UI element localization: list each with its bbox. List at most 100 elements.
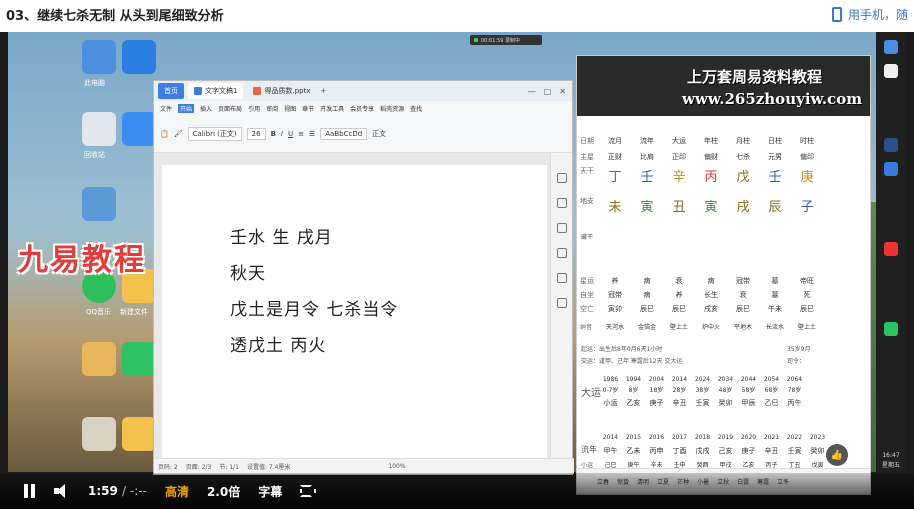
tab-ppt[interactable]: 得品质数.pptx <box>247 83 316 99</box>
liunian-cell[interactable]: 己亥 <box>714 446 737 456</box>
col-header: 流月 <box>608 137 622 145</box>
cell: 养 <box>675 291 683 299</box>
age: 38岁 <box>695 387 710 394</box>
dayun-cell[interactable]: 乙亥 <box>622 398 645 408</box>
wps-icon[interactable] <box>884 242 898 256</box>
subtitle-button[interactable]: 字幕 <box>258 483 282 500</box>
row-label: 星运 <box>580 277 594 285</box>
pause-icon[interactable] <box>24 484 36 498</box>
dayun-label: 大运 <box>581 388 601 399</box>
new-tab-button[interactable]: + <box>320 87 326 95</box>
dayun-cell[interactable]: 丙午 <box>783 398 806 408</box>
cell: 病 <box>643 291 651 299</box>
menu-item[interactable]: 文件 <box>160 104 172 113</box>
cell: 正印 <box>672 153 686 161</box>
dayun-cell[interactable]: 甲辰 <box>737 398 760 408</box>
dayun-cell[interactable]: 癸卯 <box>714 398 737 408</box>
style-preview[interactable]: AaBbCcDd <box>320 127 368 140</box>
italic-button[interactable]: I <box>281 130 283 138</box>
browser-icon[interactable] <box>884 162 898 176</box>
menu-item[interactable]: 会员专享 <box>350 104 374 113</box>
menu-item[interactable]: 页面布局 <box>218 104 242 113</box>
menu-item[interactable]: 审阅 <box>266 104 278 113</box>
playback-time: 1:59 / -:-- <box>88 484 147 498</box>
menu-item[interactable]: 引用 <box>248 104 260 113</box>
bazi-kongwang-row: 空亡 寅卯 辰巳 辰巳 戌亥 辰巳 午未 辰巳 <box>577 304 870 314</box>
zoom-level[interactable]: 100% <box>388 463 405 470</box>
liunian-cell[interactable]: 辛丑 <box>760 446 783 456</box>
doc-line[interactable]: 透戊土 丙火 <box>230 331 326 356</box>
liunian-cell[interactable]: 戊戌 <box>691 446 714 456</box>
liunian-cell[interactable]: 壬寅 <box>783 446 806 456</box>
dayun-cell[interactable]: 壬寅 <box>691 398 714 408</box>
dayun-cell[interactable]: 辛丑 <box>668 398 691 408</box>
search-menu-item[interactable]: 查找 <box>410 104 422 113</box>
volume-icon[interactable] <box>54 484 70 498</box>
underline-button[interactable]: U <box>288 130 293 138</box>
quality-button[interactable]: 高清 <box>165 483 189 500</box>
share-icon[interactable] <box>557 273 567 283</box>
like-icon[interactable]: 👍 <box>826 444 848 466</box>
dayun-cell[interactable]: 小运 <box>599 398 622 408</box>
pen-icon[interactable] <box>557 173 567 183</box>
photoshop-icon[interactable] <box>884 138 898 152</box>
liunian-cell[interactable]: 乙未 <box>622 446 645 456</box>
menu-item[interactable]: 视图 <box>284 104 296 113</box>
year: 2014 <box>671 376 688 383</box>
cell: 天河水 <box>605 324 624 331</box>
doc-line[interactable]: 戊土是月令 七杀当令 <box>230 295 398 320</box>
document-page[interactable]: 壬水 生 戌月 秋天 戊土是月令 七杀当令 透戊土 丙火 <box>162 165 547 460</box>
recording-badge: 00:01:59 录制中 <box>470 35 542 45</box>
site-watermark-title: 上万套周易资料教程 <box>687 68 823 86</box>
align-icon[interactable]: ≡ <box>298 130 304 138</box>
menu-item[interactable]: 开发工具 <box>320 104 344 113</box>
menu-item[interactable]: 插入 <box>200 104 212 113</box>
user-folder-icon <box>82 342 116 376</box>
tab-home[interactable]: 首页 <box>158 83 184 99</box>
dayun-cell[interactable]: 庚子 <box>645 398 668 408</box>
liunian-cell[interactable]: 丙申 <box>645 446 668 456</box>
qiyun-text: 起运：出生后8年0月6天1小时 <box>581 346 663 353</box>
paste-icon[interactable]: 📋 <box>160 130 169 138</box>
cell: 病 <box>643 277 651 285</box>
minimize-icon[interactable]: — <box>528 87 536 96</box>
liunian-cell[interactable]: 庚子 <box>737 446 760 456</box>
windows-icon[interactable] <box>884 40 898 54</box>
bazi-panel: 上万套周易资料教程 www.265zhouyiw.com 日期 流月 流年 大运… <box>576 55 871 495</box>
video-player[interactable]: 此电脑 回收站 QQ音乐 新建文件 00:01:59 录制中 首页 文字文稿1 <box>0 32 914 509</box>
menu-item[interactable]: 章节 <box>302 104 314 113</box>
wps-menu-bar: 文件 开始 插入 页面布局 引用 审阅 视图 章节 开发工具 会员专享 稻壳资源… <box>154 101 572 115</box>
site-watermark-url: www.265zhouyiw.com <box>682 90 863 108</box>
list-icon[interactable]: ☰ <box>309 130 315 138</box>
format-painter-icon[interactable]: 🖌 <box>174 130 183 138</box>
font-size-select[interactable]: 26 <box>246 127 266 140</box>
cell: 衰 <box>675 277 683 285</box>
liunian-cell[interactable]: 甲午 <box>599 446 622 456</box>
age: 68岁 <box>764 387 779 394</box>
app-icon[interactable] <box>884 64 898 78</box>
liunian-cell[interactable]: 丁酉 <box>668 446 691 456</box>
adjust-icon[interactable] <box>557 223 567 233</box>
wechat-taskbar-icon[interactable] <box>884 322 898 336</box>
row-label: 天干 <box>580 167 594 175</box>
doc-line[interactable]: 壬水 生 戌月 <box>230 223 333 248</box>
menu-item-active[interactable]: 开始 <box>178 103 195 113</box>
cursor-icon[interactable] <box>557 198 567 208</box>
maximize-icon[interactable]: □ <box>544 87 552 96</box>
dayun-cell[interactable]: 乙巳 <box>760 398 783 408</box>
menu-item[interactable]: 稻壳资源 <box>380 104 404 113</box>
doc-line[interactable]: 秋天 <box>230 259 266 284</box>
row-label: 空亡 <box>580 305 594 313</box>
settings-icon[interactable] <box>557 298 567 308</box>
bold-button[interactable]: B <box>271 130 276 138</box>
history-icon[interactable] <box>557 248 567 258</box>
close-icon[interactable]: ✕ <box>559 87 566 96</box>
fullscreen-icon[interactable] <box>300 485 317 497</box>
font-name-select[interactable]: Calibri (正文) <box>187 126 242 141</box>
page-title: 03、继续七杀无制 从头到尾细致分析 <box>6 8 224 24</box>
tab-document[interactable]: 文字文稿1 <box>188 83 244 99</box>
phone-link[interactable]: 用手机，随 <box>831 6 908 23</box>
cell: 平地木 <box>733 324 752 331</box>
cell: 死 <box>803 291 811 299</box>
speed-button[interactable]: 2.0倍 <box>207 483 240 500</box>
